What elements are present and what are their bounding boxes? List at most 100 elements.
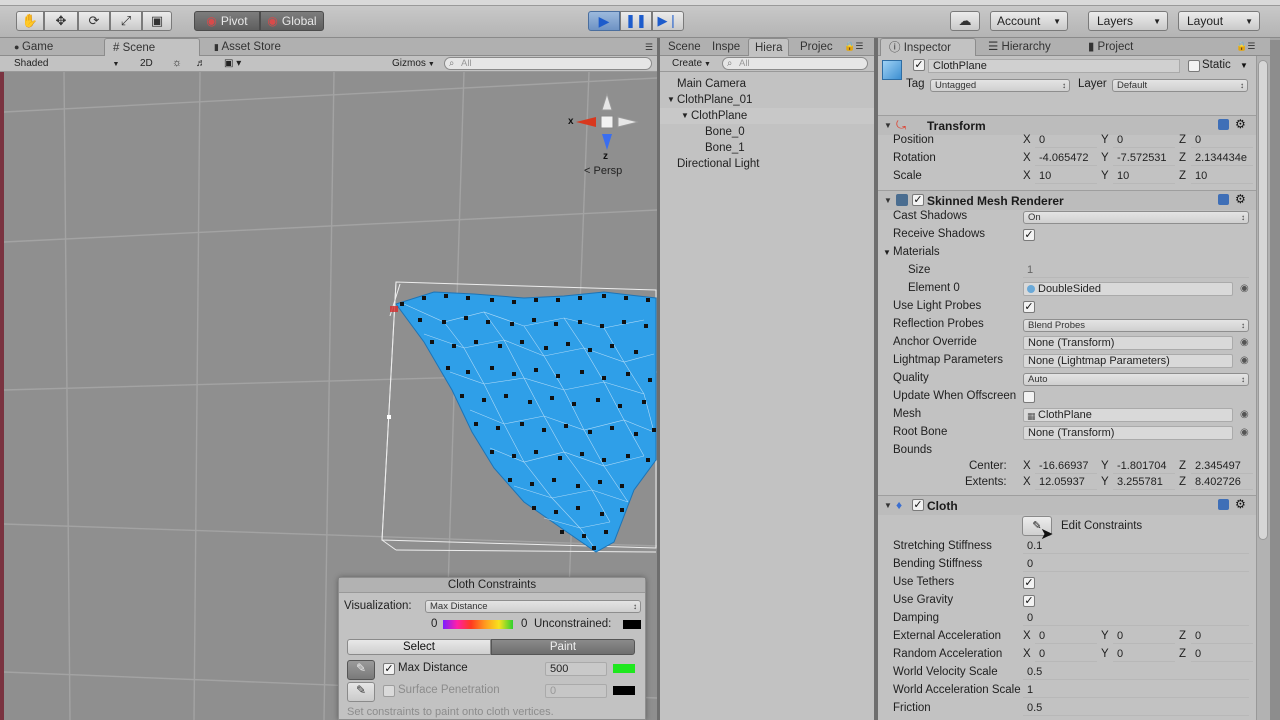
transform-2-z-field[interactable]: 10 [1191,170,1253,184]
expand-icon[interactable]: ▼ [667,92,675,108]
play-button[interactable]: ▶ [588,11,620,31]
tab-asset-store[interactable]: ▮ Asset Store [206,38,289,56]
shading-dropdown[interactable]: Shaded ▼ [14,57,119,70]
rotate-tool-button[interactable]: ⟳ [78,11,110,31]
object-picker-icon[interactable]: ◉ [1240,283,1249,294]
anchor-override-field[interactable]: None (Transform) [1023,336,1233,350]
visualization-dropdown[interactable]: Max Distance [425,600,641,613]
global-toggle[interactable]: ◉ Global [260,11,324,31]
surface-penetration-color[interactable] [613,686,635,695]
transform-0-x-field[interactable]: 0 [1035,134,1097,148]
gizmos-dropdown[interactable]: Gizmos ▼ [392,57,435,70]
list-item[interactable]: Main Camera [660,76,874,92]
receive-shadows-checkbox[interactable]: ✓ [1023,229,1035,241]
tab-inspector[interactable]: ⓘ Inspector [880,38,976,56]
transform-1-x-field[interactable]: -4.065472 [1035,152,1097,166]
account-dropdown[interactable]: Account ▼ [990,11,1068,31]
skinned-enabled-checkbox[interactable]: ✓ [912,194,924,206]
transform-2-y-field[interactable]: 10 [1113,170,1175,184]
cloth-ext_accel-x-field[interactable]: 0 [1035,630,1097,644]
lightmap-parameters-field[interactable]: None (Lightmap Parameters) [1023,354,1233,368]
mesh-field[interactable]: ▦ ClothPlane [1023,408,1233,422]
cloth-header[interactable]: ▼ ♦ ✓ Cloth ⚙ [878,495,1256,515]
skinned-mesh-header[interactable]: ▼ ✓ Skinned Mesh Renderer ⚙ [878,190,1256,210]
cloth-enabled-checkbox[interactable]: ✓ [912,499,924,511]
move-tool-button[interactable]: ✥ [44,11,78,31]
expand-icon[interactable]: ▼ [681,108,689,124]
active-checkbox[interactable]: ✓ [913,59,925,71]
pivot-toggle[interactable]: ◉ Pivot [194,11,260,31]
list-item[interactable]: Bone_1 [660,140,874,156]
cloth-damping-field[interactable]: 0 [1023,612,1249,626]
surface-brush-button[interactable]: ✎ [347,682,375,702]
cast-shadows-dropdown[interactable]: On [1023,211,1249,224]
transform-1-z-field[interactable]: 2.134434e [1191,152,1253,166]
hand-tool-button[interactable]: ✋ [16,11,44,31]
bounds-extents-x-field[interactable]: 12.05937 [1035,476,1097,490]
tab-scene-small[interactable]: Scene [660,38,709,56]
gear-icon[interactable]: ⚙ [1235,117,1246,131]
bounds-extents-z-field[interactable]: 8.402726 [1191,476,1253,490]
bounds-center-x-field[interactable]: -16.66937 [1035,460,1097,474]
update-offscreen-checkbox[interactable] [1023,391,1035,403]
scale-tool-button[interactable]: ⤢ [110,11,142,31]
panel-menu-icon[interactable]: ☰ [645,42,653,53]
step-button[interactable]: ▶❘ [652,11,684,31]
unconstrained-swatch[interactable] [623,620,641,629]
use-light-probes-checkbox[interactable]: ✓ [1023,301,1035,313]
tab-project[interactable]: ▮ Project [1080,38,1141,56]
max-distance-field[interactable]: 500 [545,662,607,676]
tab-inspector-small[interactable]: Inspe [704,38,748,56]
pause-button[interactable]: ❚❚ [620,11,652,31]
help-icon[interactable] [1218,499,1229,510]
cloth-friction-field[interactable]: 0.5 [1023,702,1249,716]
cloth-gravity-checkbox[interactable]: ✓ [1023,595,1035,607]
mode-2d-toggle[interactable]: 2D [140,57,153,70]
cloth-rand_accel-x-field[interactable]: 0 [1035,648,1097,662]
hierarchy-search-input[interactable]: ⌕ All [722,57,868,70]
max-distance-color[interactable] [613,664,635,673]
tab-project-small[interactable]: Projec [792,38,841,56]
effects-dropdown[interactable]: ▣ ▾ [224,57,241,70]
transform-header[interactable]: ▼ ⤿ Transform ⚙ [878,115,1256,135]
layout-dropdown[interactable]: Layout ▼ [1178,11,1260,31]
tab-hierarchy-small[interactable]: Hiera [748,38,790,56]
surface-penetration-checkbox[interactable] [383,685,395,697]
cloth-rand_accel-y-field[interactable]: 0 [1113,648,1175,662]
cloth-bending-field[interactable]: 0 [1023,558,1249,572]
tab-hierarchy[interactable]: ☰ Hierarchy [980,38,1059,56]
cloth-world_vel-field[interactable]: 0.5 [1023,666,1249,680]
transform-2-x-field[interactable]: 10 [1035,170,1097,184]
cloth-world_acc-field[interactable]: 1 [1023,684,1249,698]
tab-game[interactable]: ● Game [6,38,61,56]
cloth-ext_accel-z-field[interactable]: 0 [1191,630,1253,644]
object-name-field[interactable]: ClothPlane [928,59,1180,73]
transform-1-y-field[interactable]: -7.572531 [1113,152,1175,166]
scrollbar-thumb[interactable] [1258,60,1268,540]
audio-toggle[interactable]: ♬ [196,57,206,70]
materials-label[interactable]: ▼ Materials [883,246,940,258]
create-dropdown[interactable]: Create ▼ [672,57,711,70]
object-picker-icon[interactable]: ◉ [1240,337,1249,348]
reflection-probes-dropdown[interactable]: Blend Probes [1023,319,1249,332]
transform-0-y-field[interactable]: 0 [1113,134,1175,148]
help-icon[interactable] [1218,119,1229,130]
size-field[interactable]: 1 [1023,264,1249,278]
paint-button[interactable]: Paint [491,639,635,655]
list-item[interactable]: Directional Light [660,156,874,172]
object-picker-icon[interactable]: ◉ [1240,355,1249,366]
gear-icon[interactable]: ⚙ [1235,497,1246,511]
rect-tool-button[interactable]: ▣ [142,11,172,31]
list-item[interactable]: Bone_0 [660,124,874,140]
bounds-center-z-field[interactable]: 2.345497 [1191,460,1253,474]
transform-0-z-field[interactable]: 0 [1191,134,1253,148]
element0-field[interactable]: DoubleSided [1023,282,1233,296]
cloth-ext_accel-y-field[interactable]: 0 [1113,630,1175,644]
lighting-toggle[interactable]: ☼ [172,57,182,70]
cloth-rand_accel-z-field[interactable]: 0 [1191,648,1253,662]
chevron-down-icon[interactable]: ▼ [1240,61,1248,70]
list-item[interactable]: ▼ ClothPlane_01 [660,92,874,108]
gear-icon[interactable]: ⚙ [1235,192,1246,206]
object-picker-icon[interactable]: ◉ [1240,427,1249,438]
bounds-extents-y-field[interactable]: 3.255781 [1113,476,1175,490]
